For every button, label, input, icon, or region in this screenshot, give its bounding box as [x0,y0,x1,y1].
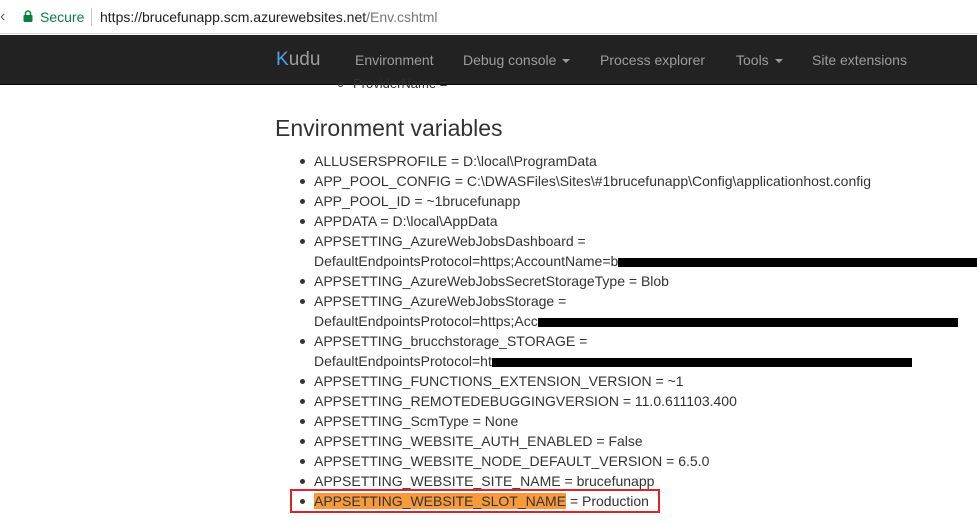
redaction-bar [491,357,912,367]
env-variables-list: ALLUSERSPROFILE = D:\local\ProgramData A… [290,151,977,513]
bullet-circle-icon [338,82,343,88]
env-var-item: APPSETTING_AzureWebJobsDashboard = Defau… [298,231,977,271]
secure-label: Secure [40,9,85,25]
env-var-text: APPSETTING_AzureWebJobsStorage = [314,293,567,309]
kudu-logo-k: K [276,49,289,70]
url-base: https://brucefunapp.scm.azurewebsites.ne… [100,9,367,25]
env-var-item: APPSETTING_WEBSITE_SITE_NAME = brucefuna… [298,471,977,491]
env-var-item: APPDATA = D:\local\AppData [298,211,977,231]
env-var-item: ALLUSERSPROFILE = D:\local\ProgramData [298,151,977,171]
env-var-text-cont: DefaultEndpointsProtocol=https;AccountNa… [314,251,977,271]
env-var-text: APPSETTING_brucchstorage_STORAGE = [314,333,588,349]
url-field[interactable]: https://brucefunapp.scm.azurewebsites.ne… [100,8,437,26]
env-var-item: APP_POOL_ID = ~1brucefunapp [298,191,977,211]
env-var-item: APPSETTING_WEBSITE_AUTH_ENABLED = False [298,431,977,451]
nav-environment[interactable]: Environment [355,50,434,70]
caret-down-icon [774,59,783,64]
kudu-navbar: Kudu Environment Debug console Process e… [0,35,977,85]
env-var-item: APPSETTING_ScmType = None [298,411,977,431]
env-var-item: APPSETTING_WEBSITE_NODE_DEFAULT_VERSION … [298,451,977,471]
env-var-text: ALLUSERSPROFILE = D:\local\ProgramData [314,153,597,169]
kudu-brand[interactable]: Kudu [276,48,320,72]
env-var-item: APP_POOL_CONFIG = C:\DWASFiles\Sites\#1b… [298,171,977,191]
lock-icon [23,10,33,22]
env-var-item: APPSETTING_FUNCTIONS_EXTENSION_VERSION =… [298,371,977,391]
env-var-item: APPSETTING_REMOTEDEBUGGINGVERSION = 11.0… [298,391,977,411]
env-var-text: APP_POOL_ID = ~1brucefunapp [314,193,521,209]
env-var-item: APPSETTING_AzureWebJobsSecretStorageType… [298,271,977,291]
nav-tools[interactable]: Tools [736,50,783,70]
address-divider [91,8,92,26]
redaction-bar [618,257,977,267]
scrolled-item-text: ProviderName = [353,76,448,91]
nav-tools-label: Tools [736,52,769,68]
highlight-outline [290,489,660,513]
address-bar: ‹ Secure https://brucefunapp.scm.azurewe… [0,0,977,34]
env-var-text-cont-visible: DefaultEndpointsProtocol=https;AccountNa… [314,253,619,269]
env-var-text: APPSETTING_WEBSITE_AUTH_ENABLED = False [314,433,643,449]
nav-site-extensions[interactable]: Site extensions [812,50,907,70]
nav-process-explorer[interactable]: Process explorer [600,50,705,70]
caret-down-icon [562,59,571,64]
env-var-text-cont-visible: DefaultEndpointsProtocol=ht [314,353,492,369]
url-path: /Env.cshtml [366,9,438,25]
env-var-text: APPSETTING_WEBSITE_NODE_DEFAULT_VERSION … [314,453,710,469]
kudu-logo-rest: udu [288,49,321,70]
nav-debug-console[interactable]: Debug console [463,50,571,70]
env-var-text: APP_POOL_CONFIG = C:\DWASFiles\Sites\#1b… [314,173,872,189]
env-var-text: APPSETTING_FUNCTIONS_EXTENSION_VERSION =… [314,373,684,389]
env-var-text: APPSETTING_WEBSITE_SITE_NAME = brucefuna… [314,473,655,489]
env-var-text: APPSETTING_AzureWebJobsSecretStorageType… [314,273,669,289]
env-var-text-cont: DefaultEndpointsProtocol=https;Acc [314,311,977,331]
env-var-text: APPSETTING_AzureWebJobsDashboard = [314,233,586,249]
back-arrow-icon[interactable]: ‹ [0,8,5,26]
scrolled-list-item: ProviderName = [338,75,447,93]
env-var-text: APPDATA = D:\local\AppData [314,213,498,229]
env-var-text-cont-visible: DefaultEndpointsProtocol=https;Acc [314,313,538,329]
env-var-text-cont: DefaultEndpointsProtocol=ht [314,351,977,371]
env-var-item-highlighted: APPSETTING_WEBSITE_SLOT_NAME = Productio… [290,489,977,513]
redaction-bar [537,317,958,327]
env-var-item: APPSETTING_brucchstorage_STORAGE = Defau… [298,331,977,371]
nav-debug-console-label: Debug console [463,52,557,68]
env-var-item: APPSETTING_AzureWebJobsStorage = Default… [298,291,977,331]
section-title: Environment variables [275,115,503,141]
env-var-text: APPSETTING_ScmType = None [314,413,519,429]
env-var-text: APPSETTING_REMOTEDEBUGGINGVERSION = 11.0… [314,393,737,409]
